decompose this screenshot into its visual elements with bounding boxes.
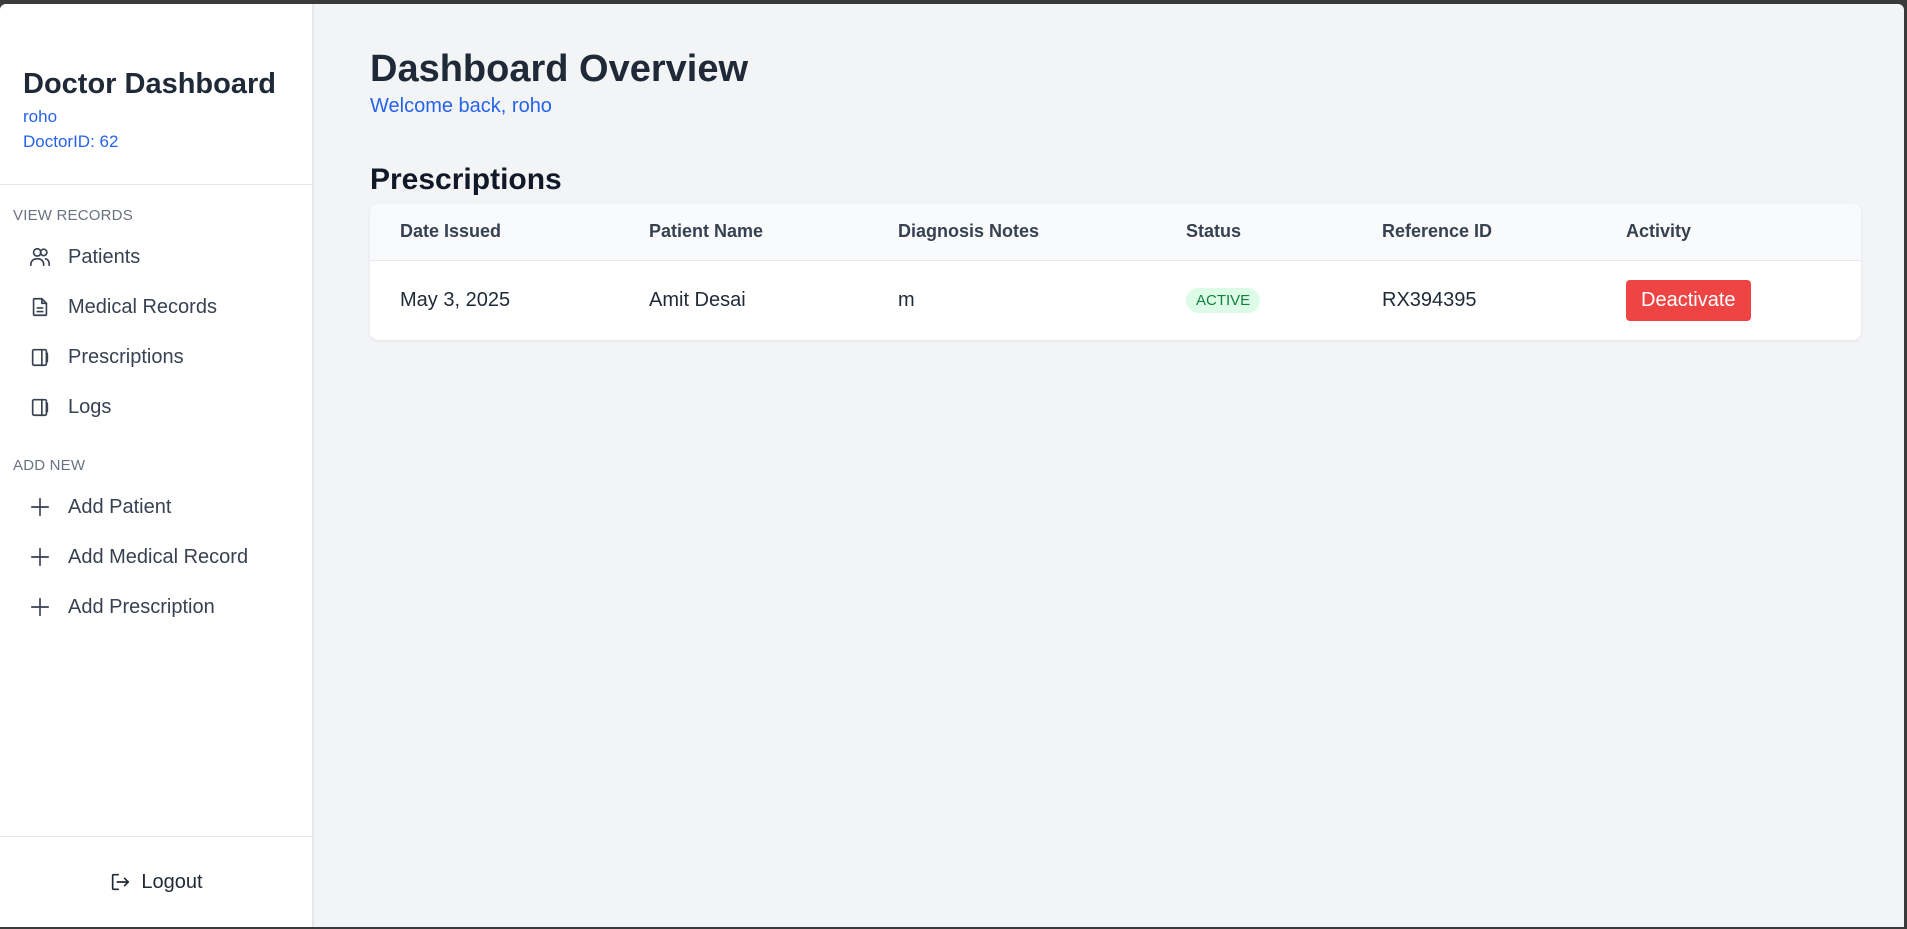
cell-status: ACTIVE bbox=[1156, 260, 1352, 340]
prescriptions-table-card: Date Issued Patient Name Diagnosis Notes… bbox=[370, 204, 1861, 340]
document-icon bbox=[29, 296, 51, 318]
sidebar-item-patients[interactable]: Patients bbox=[0, 232, 312, 282]
column-header-activity: Activity bbox=[1626, 221, 1692, 242]
sidebar-item-label: Prescriptions bbox=[68, 345, 184, 368]
clipboard-icon bbox=[29, 396, 51, 418]
sidebar: Doctor Dashboard roho DoctorID: 62 VIEW … bbox=[0, 4, 314, 927]
sidebar-item-label: Add Prescription bbox=[68, 595, 215, 618]
sidebar-item-add-medical-record[interactable]: Add Medical Record bbox=[0, 532, 312, 582]
sidebar-item-label: Add Patient bbox=[68, 495, 172, 518]
plus-icon bbox=[29, 546, 51, 568]
cell-diagnosis-notes: m bbox=[898, 288, 915, 311]
logout-label: Logout bbox=[141, 870, 203, 893]
page-title: Dashboard Overview bbox=[370, 48, 749, 90]
plus-icon bbox=[29, 596, 51, 618]
cell-date-issued: May 3, 2025 bbox=[400, 288, 511, 311]
sidebar-item-label: Medical Records bbox=[68, 295, 217, 318]
cell-reference-id: RX394395 bbox=[1382, 288, 1477, 311]
column-header-status: Status bbox=[1186, 221, 1242, 242]
column-header-diagnosis-notes: Diagnosis Notes bbox=[898, 221, 1040, 242]
users-icon bbox=[29, 246, 51, 268]
sidebar-item-medical-records[interactable]: Medical Records bbox=[0, 282, 312, 332]
sidebar-item-label: Patients bbox=[68, 245, 141, 268]
main-content: Dashboard Overview Welcome back, roho Pr… bbox=[314, 4, 1904, 927]
column-header-date-issued: Date Issued bbox=[400, 221, 502, 242]
status-badge: ACTIVE bbox=[1186, 287, 1261, 313]
cell-patient-name: Amit Desai bbox=[649, 288, 746, 311]
table-row: May 3, 2025 Amit Desai m ACTIVE RX394395… bbox=[370, 260, 1861, 340]
sidebar-nav: VIEW RECORDS Patients Medical Records Pr… bbox=[0, 185, 312, 632]
welcome-message: Welcome back, roho bbox=[370, 95, 552, 117]
column-header-patient-name: Patient Name bbox=[649, 221, 764, 242]
sidebar-item-prescriptions[interactable]: Prescriptions bbox=[0, 332, 312, 382]
section-label-view-records: VIEW RECORDS bbox=[13, 207, 133, 224]
table-header-row: Date Issued Patient Name Diagnosis Notes… bbox=[370, 204, 1861, 260]
sidebar-header: Doctor Dashboard roho DoctorID: 62 bbox=[0, 4, 312, 185]
doctor-id: DoctorID: 62 bbox=[23, 132, 119, 151]
app-window: Doctor Dashboard roho DoctorID: 62 VIEW … bbox=[0, 4, 1904, 927]
deactivate-button[interactable]: Deactivate bbox=[1626, 279, 1751, 321]
section-title-prescriptions: Prescriptions bbox=[370, 163, 562, 196]
plus-icon bbox=[29, 496, 51, 518]
app-title: Doctor Dashboard bbox=[23, 68, 276, 100]
logout-icon bbox=[109, 871, 131, 893]
sidebar-item-add-patient[interactable]: Add Patient bbox=[0, 482, 312, 532]
prescriptions-table: Date Issued Patient Name Diagnosis Notes… bbox=[370, 204, 1861, 340]
column-header-reference-id: Reference ID bbox=[1382, 221, 1493, 242]
cell-activity: Deactivate bbox=[1596, 260, 1861, 340]
section-label-add-new: ADD NEW bbox=[13, 457, 86, 474]
clipboard-icon bbox=[29, 346, 51, 368]
sidebar-item-add-prescription[interactable]: Add Prescription bbox=[0, 582, 312, 632]
sidebar-item-logs[interactable]: Logs bbox=[0, 382, 312, 432]
username: roho bbox=[23, 107, 58, 126]
logout-button[interactable]: Logout bbox=[0, 836, 312, 927]
sidebar-item-label: Add Medical Record bbox=[68, 545, 249, 568]
sidebar-item-label: Logs bbox=[68, 395, 112, 418]
